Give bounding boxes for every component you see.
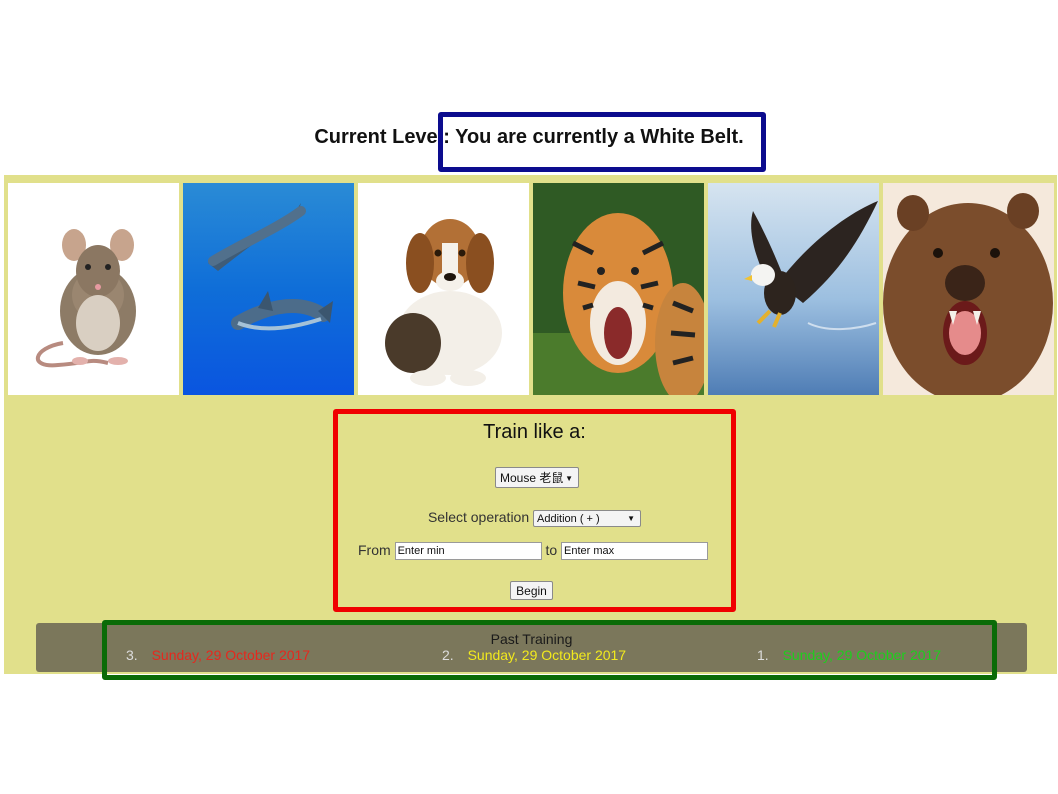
animal-select[interactable]: Mouse 老鼠 ▼ — [495, 467, 579, 488]
max-input[interactable]: Enter max — [561, 542, 709, 561]
train-form: Train like a: Mouse 老鼠 ▼ Select operatio… — [333, 409, 736, 612]
operation-label: Select operation — [427, 509, 530, 525]
max-placeholder: Enter max — [564, 545, 615, 558]
level-highlight-box — [438, 112, 766, 172]
mouse-image[interactable] — [8, 183, 179, 395]
eagle-image[interactable] — [708, 183, 879, 395]
dog-image[interactable] — [358, 183, 529, 395]
training-panel: Train like a: Mouse 老鼠 ▼ Select operatio… — [4, 175, 1057, 680]
dolphin-image[interactable] — [183, 183, 354, 395]
operation-select[interactable]: Addition ( + ) ▼ — [533, 509, 642, 527]
min-placeholder: Enter min — [397, 545, 445, 558]
to-label: to — [545, 542, 558, 558]
min-input[interactable]: Enter min — [394, 542, 542, 561]
from-label: From — [358, 542, 391, 558]
chevron-down-icon: ▼ — [627, 513, 636, 523]
operation-select-value: Addition ( + ) — [537, 512, 600, 525]
animal-select-value: Mouse 老鼠 — [500, 471, 564, 485]
range-row: From Enter min to Enter max — [358, 542, 709, 561]
operation-row: Select operation Addition ( + ) ▼ — [338, 509, 731, 527]
animal-gallery — [8, 183, 1054, 395]
past-highlight-box — [102, 620, 997, 680]
begin-button[interactable]: Begin — [510, 581, 553, 600]
train-title: Train like a: — [483, 421, 586, 443]
chevron-down-icon: ▼ — [565, 474, 573, 483]
tiger-image[interactable] — [533, 183, 704, 395]
bear-image[interactable] — [883, 183, 1054, 395]
